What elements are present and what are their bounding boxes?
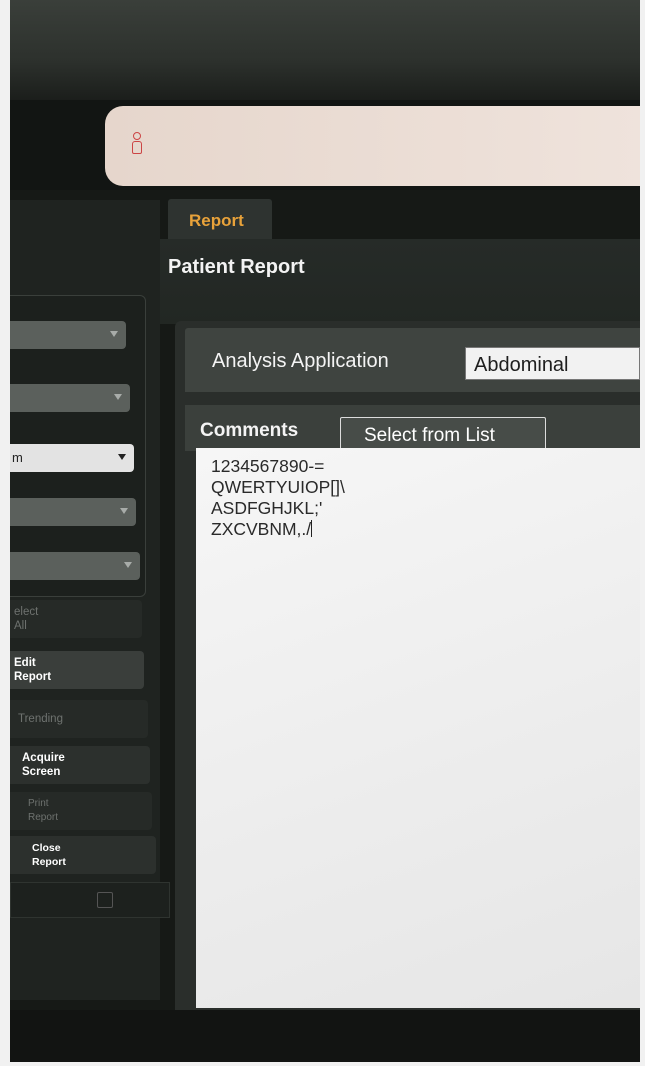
dropdown-4[interactable] [10,498,136,526]
tab-report[interactable]: Report [168,199,272,241]
chevron-down-icon [120,508,128,514]
dropdown-1[interactable] [10,321,126,349]
left-panel: m elect All Edit Report Trending Acquire… [10,200,170,1000]
print-report-button[interactable]: Print Report [10,792,152,830]
analysis-application-value: Abdominal [474,354,569,376]
comment-line-1: 1234567890-= [211,456,325,476]
analysis-application-label: Analysis Application [212,350,389,372]
text-caret [311,520,313,537]
person-icon[interactable] [130,132,144,154]
analysis-application-field[interactable]: Abdominal [465,347,640,380]
dropdown-2[interactable] [10,384,130,412]
monitor-bezel [10,0,640,100]
dropdown-5[interactable] [10,552,140,580]
application-screen: m elect All Edit Report Trending Acquire… [10,190,640,1062]
photo-frame: m elect All Edit Report Trending Acquire… [10,0,640,1062]
left-bottom-bar [10,882,170,918]
chevron-down-icon [114,394,122,400]
comments-header: Comments Select from List [185,405,640,453]
comment-line-2: QWERTYUIOP[]\ [211,477,345,497]
comment-line-4-wrap: ZXCVBNM,./ [211,519,313,539]
patient-info-bar [105,106,640,186]
analysis-application-row: Analysis Application Abdominal [185,328,640,392]
chevron-down-icon [124,562,132,568]
comment-line-3: ASDFGHJKL;' [211,498,323,518]
dropdown-3-value: m [12,450,23,465]
tab-report-label: Report [189,211,244,230]
comment-line-4: ZXCVBNM,./ [211,519,312,539]
trending-button[interactable]: Trending [10,700,148,738]
close-report-button[interactable]: Close Report [10,836,156,874]
comments-label: Comments [200,420,299,441]
chevron-down-icon [118,454,126,460]
comments-textarea[interactable]: 1234567890-= QWERTYUIOP[]\ ASDFGHJKL;' Z… [196,448,640,1008]
page-title: Patient Report [168,256,305,278]
select-from-list-label: Select from List [364,425,495,446]
edit-report-button[interactable]: Edit Report [10,651,144,689]
bottom-bezel [10,1010,640,1062]
acquire-screen-button[interactable]: Acquire Screen [10,746,150,784]
square-icon[interactable] [97,892,113,908]
select-all-button[interactable]: elect All [10,600,142,638]
title-bar: Patient Report [160,239,640,324]
chevron-down-icon [110,331,118,337]
dropdown-3[interactable]: m [10,444,134,472]
